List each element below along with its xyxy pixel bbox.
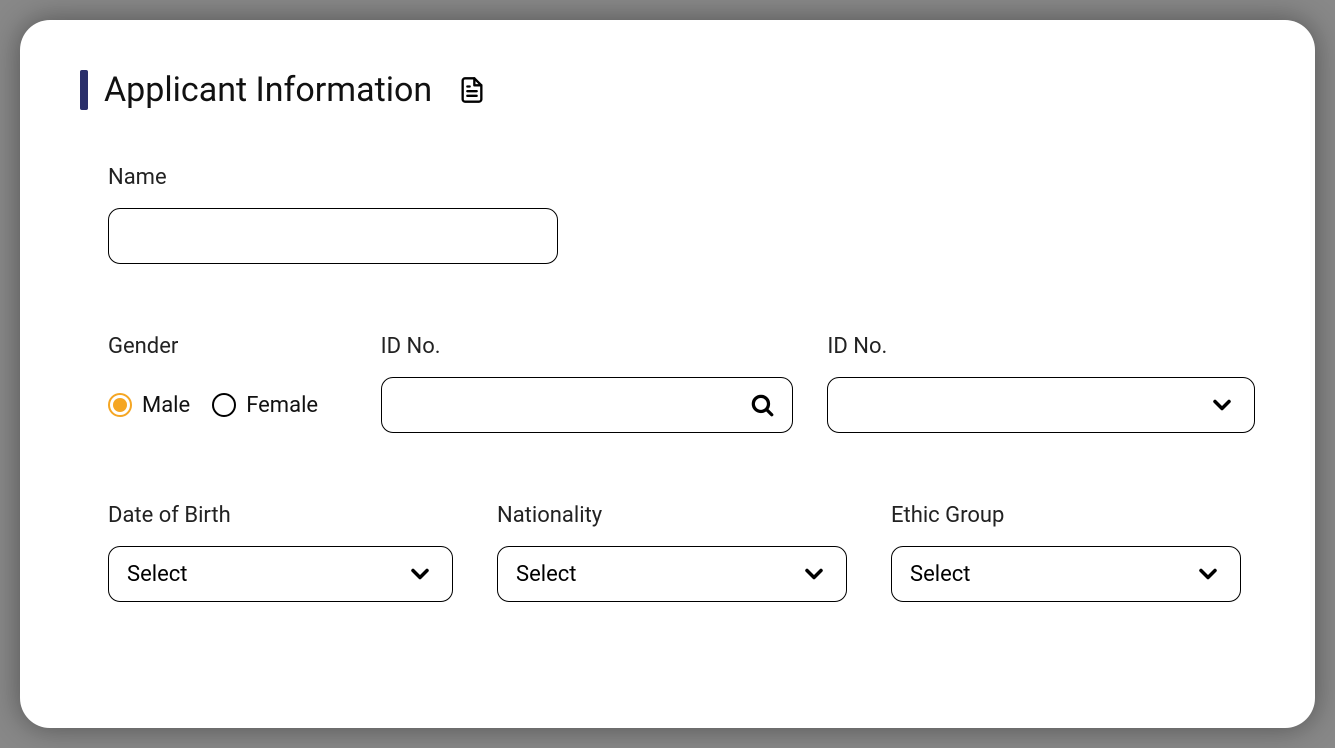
label-nationality: Nationality [497, 503, 847, 528]
row-name: Name [108, 165, 1255, 264]
heading-accent-bar [80, 70, 88, 110]
nationality-select[interactable]: Select [497, 546, 847, 602]
radio-circle-male [108, 393, 132, 417]
field-id-number-select: ID No. [827, 334, 1255, 433]
field-date-of-birth: Date of Birth Select [108, 503, 453, 602]
radio-dot [113, 398, 127, 412]
chevron-down-icon [406, 560, 434, 588]
date-of-birth-select[interactable]: Select [108, 546, 453, 602]
id-number-input[interactable] [381, 377, 794, 433]
field-name: Name [108, 165, 558, 264]
label-ethic-group: Ethic Group [891, 503, 1241, 528]
label-id-number-input: ID No. [381, 334, 794, 359]
chevron-down-icon [800, 560, 828, 588]
field-nationality: Nationality Select [497, 503, 847, 602]
gender-radio-group: Male Female [108, 377, 347, 433]
id-number-select[interactable] [827, 377, 1255, 433]
row-dob-nationality-ethic: Date of Birth Select Nationality Select [108, 503, 1255, 602]
name-input[interactable] [108, 208, 558, 264]
row-gender-id: Gender Male Female ID No. [108, 334, 1255, 433]
form-card: Applicant Information Name Gender [20, 20, 1315, 728]
section-heading: Applicant Information [80, 70, 1255, 110]
chevron-down-icon [1208, 391, 1236, 419]
label-id-number-select: ID No. [827, 334, 1255, 359]
radio-circle-female [212, 393, 236, 417]
id-input-wrapper [381, 377, 794, 433]
field-ethic-group: Ethic Group Select [891, 503, 1241, 602]
ethic-group-value: Select [910, 562, 970, 587]
chevron-down-icon [1194, 560, 1222, 588]
form-area: Name Gender Male Female [80, 165, 1255, 602]
date-of-birth-value: Select [127, 562, 187, 587]
field-gender: Gender Male Female [108, 334, 347, 433]
radio-label-male: Male [142, 393, 190, 418]
nationality-value: Select [516, 562, 576, 587]
section-title: Applicant Information [104, 70, 432, 110]
label-gender: Gender [108, 334, 347, 359]
ethic-group-select[interactable]: Select [891, 546, 1241, 602]
field-id-number-input: ID No. [381, 334, 794, 433]
radio-female[interactable]: Female [212, 393, 318, 418]
label-date-of-birth: Date of Birth [108, 503, 453, 528]
radio-label-female: Female [246, 393, 318, 418]
document-icon [458, 76, 486, 104]
label-name: Name [108, 165, 558, 190]
radio-male[interactable]: Male [108, 393, 190, 418]
